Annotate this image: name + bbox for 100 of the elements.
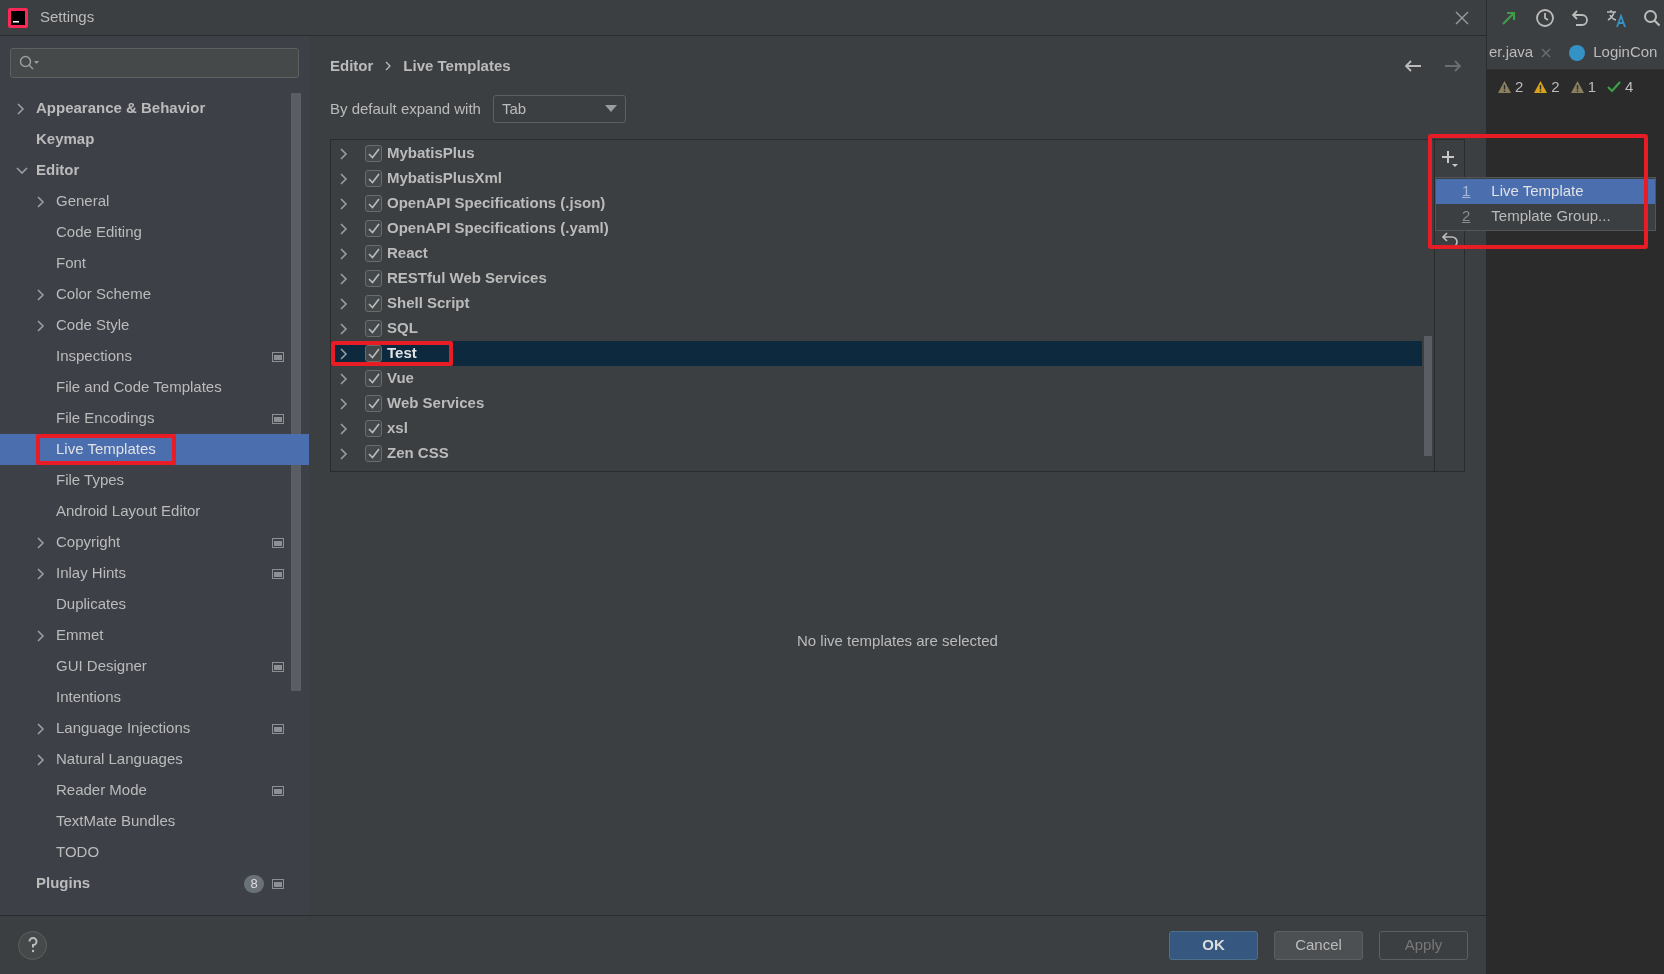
sidebar-item[interactable]: File Encodings <box>0 403 309 434</box>
check-icon <box>367 448 380 459</box>
sidebar-item[interactable]: Copyright <box>0 527 309 558</box>
sidebar-item[interactable]: Inspections <box>0 341 309 372</box>
sidebar-item[interactable]: Emmet <box>0 620 309 651</box>
checkbox[interactable] <box>365 245 382 262</box>
scrollbar[interactable] <box>1424 336 1432 456</box>
sidebar-item[interactable]: Keymap <box>0 124 309 155</box>
checkbox[interactable] <box>365 420 382 437</box>
check-icon <box>367 323 380 334</box>
count-label: 2 <box>1515 76 1524 97</box>
ok-button[interactable]: OK <box>1169 930 1258 960</box>
checkbox[interactable] <box>365 320 382 337</box>
field-label: By default expand with <box>330 98 481 119</box>
search-field[interactable] <box>10 48 299 78</box>
checkbox[interactable] <box>365 195 382 212</box>
template-group-row[interactable]: xsl <box>331 416 1422 441</box>
tab-label: er.java <box>1489 42 1534 63</box>
sidebar-item[interactable]: Inlay Hints <box>0 558 309 589</box>
check-icon <box>367 223 380 234</box>
sidebar-item[interactable]: Plugins 8 <box>0 868 309 899</box>
sidebar-item[interactable]: Editor <box>0 155 309 186</box>
sidebar-item[interactable]: Natural Languages <box>0 744 309 775</box>
editor-tab[interactable]: LoginCon <box>1565 36 1664 69</box>
sidebar-item[interactable]: File Types <box>0 465 309 496</box>
undo-icon <box>1571 9 1590 27</box>
tab-label: LoginCon <box>1593 42 1658 63</box>
group-label: MybatisPlusXml <box>387 168 503 189</box>
checkbox[interactable] <box>365 295 382 312</box>
scrollbar[interactable] <box>291 93 301 691</box>
sidebar-item[interactable]: File and Code Templates <box>0 372 309 403</box>
group-label: RESTful Web Services <box>387 268 547 289</box>
chevron-right-icon <box>339 347 349 360</box>
checkbox[interactable] <box>365 270 382 287</box>
item-label: Code Editing <box>56 222 142 243</box>
template-group-row[interactable]: MybatisPlus <box>331 141 1422 166</box>
item-label: Live Templates <box>56 439 156 460</box>
menu-item-label: Template Group... <box>1491 206 1611 227</box>
chevron-right-icon <box>339 447 349 460</box>
checkbox[interactable] <box>365 395 382 412</box>
chevron-right-icon <box>339 147 349 160</box>
group-label: Test <box>387 343 417 364</box>
sidebar-item[interactable]: Duplicates <box>0 589 309 620</box>
help-button[interactable] <box>18 930 47 960</box>
sidebar-item[interactable]: Live Templates <box>0 434 309 465</box>
count-label: 2 <box>1551 76 1560 97</box>
sidebar-item[interactable]: Color Scheme <box>0 279 309 310</box>
template-group-row[interactable]: React <box>331 241 1422 266</box>
check-icon <box>367 148 380 159</box>
cancel-button[interactable]: Cancel <box>1274 930 1363 960</box>
checkbox[interactable] <box>365 345 382 362</box>
template-group-row[interactable]: Test <box>331 341 1422 366</box>
item-label: Font <box>56 253 86 274</box>
checkbox[interactable] <box>365 145 382 162</box>
sidebar-item[interactable]: Code Style <box>0 310 309 341</box>
menu-item[interactable]: 2 Template Group... <box>1436 204 1655 229</box>
sidebar-item[interactable]: General <box>0 186 309 217</box>
checkbox[interactable] <box>365 220 382 237</box>
editor-tab[interactable]: er.java <box>1489 36 1566 69</box>
sidebar-item[interactable]: Language Injections <box>0 713 309 744</box>
template-group-row[interactable]: Shell Script <box>331 291 1422 316</box>
breadcrumb-item[interactable]: Live Templates <box>403 54 511 78</box>
template-group-row[interactable]: Zen CSS <box>331 441 1422 466</box>
sidebar-item[interactable]: Android Layout Editor <box>0 496 309 527</box>
checkbox[interactable] <box>365 445 382 462</box>
group-label: OpenAPI Specifications (.json) <box>387 193 606 214</box>
chevron-right-icon <box>36 629 46 642</box>
breadcrumb-item[interactable]: Editor <box>330 54 374 78</box>
template-group-row[interactable]: RESTful Web Services <box>331 266 1422 291</box>
template-group-row[interactable]: OpenAPI Specifications (.yaml) <box>331 216 1422 241</box>
sidebar-item[interactable]: Reader Mode <box>0 775 309 806</box>
sidebar-item[interactable]: Code Editing <box>0 217 309 248</box>
sidebar-item[interactable]: GUI Designer <box>0 651 309 682</box>
add-icon <box>1440 150 1459 168</box>
chevron-right-icon <box>36 288 46 301</box>
template-group-row[interactable]: MybatisPlusXml <box>331 166 1422 191</box>
group-label: Vue <box>387 368 414 389</box>
template-group-row[interactable]: Web Services <box>331 391 1422 416</box>
check-icon <box>367 248 380 259</box>
chevron-right-icon <box>339 422 349 435</box>
expand-key-dropdown[interactable]: Tab <box>492 95 626 123</box>
item-label: GUI Designer <box>56 656 147 677</box>
sidebar-item[interactable]: Font <box>0 248 309 279</box>
menu-item[interactable]: 1 Live Template <box>1436 179 1655 204</box>
item-label: Keymap <box>36 129 95 150</box>
sidebar-item[interactable]: Appearance & Behavior <box>0 93 309 124</box>
template-group-row[interactable]: OpenAPI Specifications (.json) <box>331 191 1422 216</box>
chevron-right-icon <box>36 319 46 332</box>
sidebar-item[interactable]: TextMate Bundles <box>0 806 309 837</box>
template-group-row[interactable]: SQL <box>331 316 1422 341</box>
item-label: Copyright <box>56 532 121 553</box>
sidebar-item[interactable]: Intentions <box>0 682 309 713</box>
sidebar-item[interactable]: TODO <box>0 837 309 868</box>
group-label: SQL <box>387 318 418 339</box>
chevron-right-icon <box>36 567 46 580</box>
item-label: General <box>56 191 110 212</box>
checkbox[interactable] <box>365 170 382 187</box>
item-label: Language Injections <box>56 718 191 739</box>
template-group-row[interactable]: Vue <box>331 366 1422 391</box>
checkbox[interactable] <box>365 370 382 387</box>
